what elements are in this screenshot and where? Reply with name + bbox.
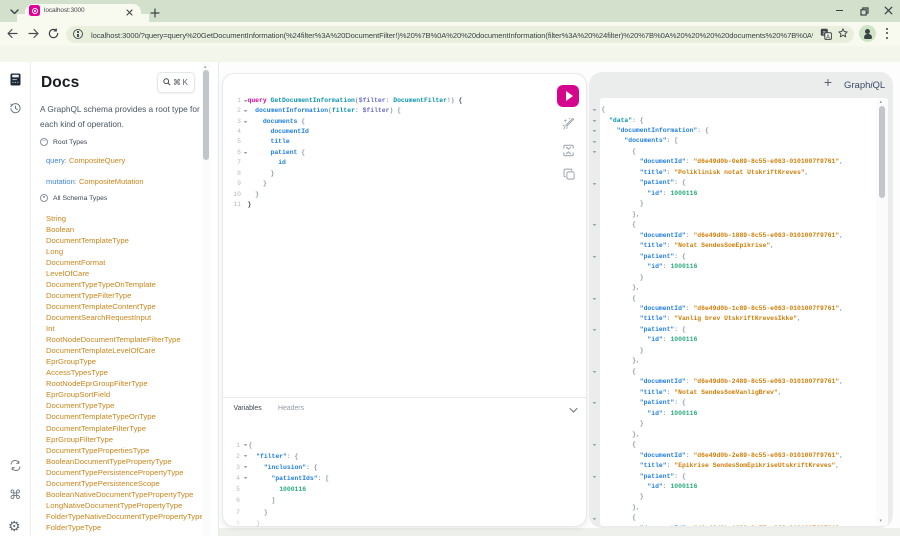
svg-text:A: A <box>826 35 830 40</box>
